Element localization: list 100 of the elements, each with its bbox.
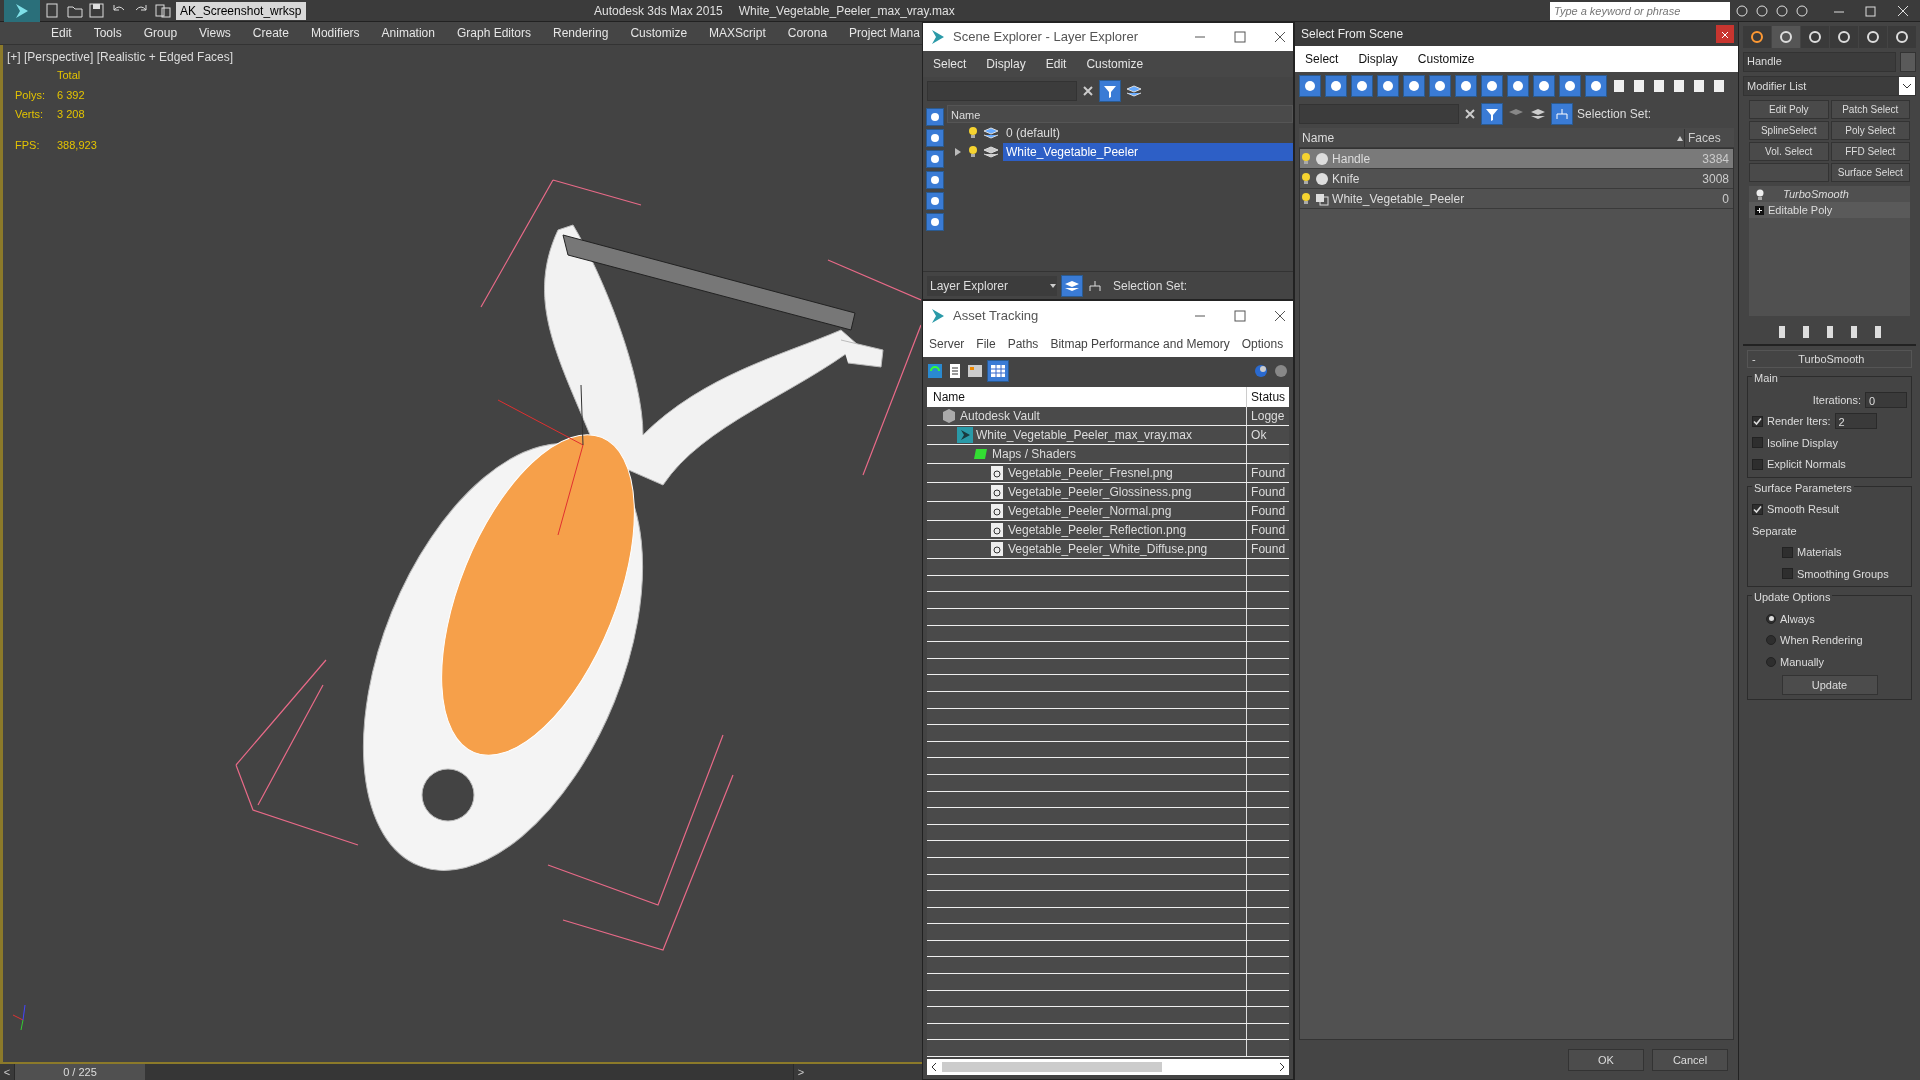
radio-button[interactable] [1766, 635, 1776, 646]
menu-item[interactable]: Group [132, 24, 189, 42]
menu-item[interactable]: Views [188, 24, 242, 42]
hierarchy-button[interactable] [1551, 103, 1574, 125]
restore-icon[interactable] [1864, 3, 1878, 18]
menu-item[interactable]: Display [976, 55, 1036, 73]
menu-item[interactable]: Project Mana [838, 24, 922, 42]
lightbulb-icon[interactable] [967, 145, 979, 158]
scroll-left-icon[interactable] [930, 1062, 938, 1072]
object-filter-button[interactable] [1325, 75, 1348, 97]
collapse-icon[interactable]: - [1752, 350, 1756, 368]
modifier-button[interactable]: Edit Poly [1749, 100, 1829, 119]
menu-item[interactable]: Server [923, 333, 971, 355]
app-logo[interactable] [4, 0, 40, 22]
object-filter-button[interactable] [1299, 75, 1322, 97]
modifier-button[interactable]: Poly Select [1830, 121, 1910, 140]
table-view-button[interactable] [987, 360, 1009, 382]
dialog-button[interactable]: Cancel [1652, 1049, 1728, 1071]
menu-item[interactable]: Modifiers [299, 24, 371, 42]
column-header[interactable]: Name [947, 105, 1294, 123]
object-filter-button[interactable] [1351, 75, 1374, 97]
lightbulb-icon[interactable] [967, 126, 979, 139]
menu-item[interactable]: File [970, 333, 1002, 355]
radio-button[interactable] [1766, 613, 1776, 624]
object-filter-button[interactable] [1533, 75, 1556, 97]
object-filter-button[interactable] [1429, 75, 1452, 97]
close-icon[interactable] [1273, 30, 1288, 44]
menu-item[interactable]: Edit [1035, 55, 1077, 73]
timeline-prev-button[interactable]: < [0, 1063, 14, 1080]
save-icon[interactable] [88, 1, 106, 20]
menu-item[interactable]: Select [923, 55, 977, 73]
menu-item[interactable]: Graph Editors [445, 24, 542, 42]
asset-name[interactable]: Vegetable_Peeler_Fresnel.png [1008, 464, 1173, 483]
workspace-dropdown[interactable]: AK_Screenshot_wrksp [176, 1, 306, 20]
menu-item[interactable]: Customize [1076, 55, 1154, 73]
time-position-thumb[interactable]: 0 / 225 [15, 1064, 145, 1080]
scrollbar-thumb[interactable] [942, 1062, 1162, 1072]
menu-item[interactable]: Bitmap Performance and Memory [1044, 333, 1236, 355]
menu-item[interactable]: Options [1235, 333, 1290, 355]
scroll-right-icon[interactable] [1278, 1062, 1287, 1072]
lightbulb-icon[interactable] [1300, 152, 1313, 165]
layer-item[interactable]: 0 (default) [1003, 123, 1064, 142]
modifier-button[interactable]: FFD Select [1830, 142, 1910, 161]
object-filter-button[interactable] [1559, 75, 1582, 97]
column-header[interactable]: Name [1299, 128, 1335, 147]
object-color-swatch[interactable] [1900, 52, 1916, 72]
menu-item[interactable]: Rendering [542, 24, 620, 42]
checkbox[interactable] [1752, 458, 1763, 470]
lightbulb-icon[interactable] [1300, 192, 1313, 205]
display-filter-button[interactable] [926, 150, 944, 168]
clear-icon[interactable] [1081, 84, 1095, 98]
object-filter-button[interactable] [1403, 75, 1426, 97]
menu-item[interactable]: Animation [370, 24, 446, 42]
display-filter-button[interactable] [926, 171, 944, 189]
menu-item[interactable]: Paths [1001, 333, 1045, 355]
modifier-button[interactable]: Surface Select [1830, 163, 1910, 182]
checkbox[interactable] [1752, 437, 1763, 449]
timeline-track[interactable]: 0 / 225 [14, 1064, 794, 1080]
filter-button[interactable] [1099, 80, 1121, 102]
clear-icon[interactable] [1463, 107, 1478, 121]
asset-name[interactable]: Vegetable_Peeler_White_Diffuse.png [1008, 540, 1208, 559]
refresh-icon[interactable] [927, 363, 943, 379]
object-row[interactable]: Knife 3008 [1300, 169, 1733, 189]
expand-arrow-icon[interactable] [953, 145, 963, 158]
list-icon[interactable] [947, 363, 963, 379]
object-filter-button[interactable] [1585, 75, 1608, 97]
asset-name[interactable]: White_Vegetable_Peeler_max_vray.max [976, 426, 1192, 445]
render-iters-spinner[interactable]: 2 [1834, 413, 1877, 430]
viewport[interactable]: [+] [Perspective] [Realistic + Edged Faces] Total Polys: 6 392 Verts: 3 208 FPS: 388,923 [0, 45, 922, 1064]
menu-item[interactable]: Edit [40, 24, 83, 42]
modifier-button[interactable]: Patch Select [1830, 100, 1910, 119]
layer-item[interactable]: White_Vegetable_Peeler [1003, 142, 1294, 161]
menu-item[interactable]: Corona [776, 24, 839, 42]
asset-name[interactable]: Autodesk Vault [960, 407, 1040, 426]
update-button[interactable]: Update [1781, 675, 1878, 695]
close-icon[interactable] [1896, 3, 1910, 18]
column-header[interactable]: Faces [1688, 130, 1721, 145]
lightbulb-icon[interactable] [1755, 188, 1765, 200]
asset-name[interactable]: Vegetable_Peeler_Reflection.png [1008, 521, 1187, 540]
close-icon[interactable] [1273, 309, 1288, 323]
explorer-dropdown[interactable]: Layer Explorer [927, 275, 1057, 296]
asset-name[interactable]: Vegetable_Peeler_Glossiness.png [1008, 483, 1192, 502]
checkbox[interactable] [1752, 415, 1763, 427]
project-icon[interactable] [154, 1, 172, 20]
menu-item[interactable]: MAXScript [698, 24, 777, 42]
display-filter-button[interactable] [926, 108, 944, 126]
column-header[interactable]: Status [1247, 387, 1290, 408]
object-row[interactable]: White_Vegetable_Peeler 0 [1300, 189, 1733, 209]
display-filter-button[interactable] [926, 213, 944, 231]
expand-plus-icon[interactable] [1755, 205, 1764, 215]
object-filter-button[interactable] [1481, 75, 1504, 97]
menu-item[interactable]: Tools [82, 24, 133, 42]
modifier-list-dropdown[interactable]: Modifier List [1743, 76, 1916, 96]
modifier-button[interactable]: SplineSelect [1749, 121, 1829, 140]
object-filter-button[interactable] [1507, 75, 1530, 97]
menu-item[interactable]: Display [1348, 50, 1408, 68]
thumbnail-icon[interactable] [967, 363, 983, 379]
object-filter-button[interactable] [1455, 75, 1478, 97]
checkbox[interactable] [1782, 546, 1793, 558]
viewport-label[interactable]: [+] [Perspective] [Realistic + Edged Faces] [7, 48, 234, 66]
